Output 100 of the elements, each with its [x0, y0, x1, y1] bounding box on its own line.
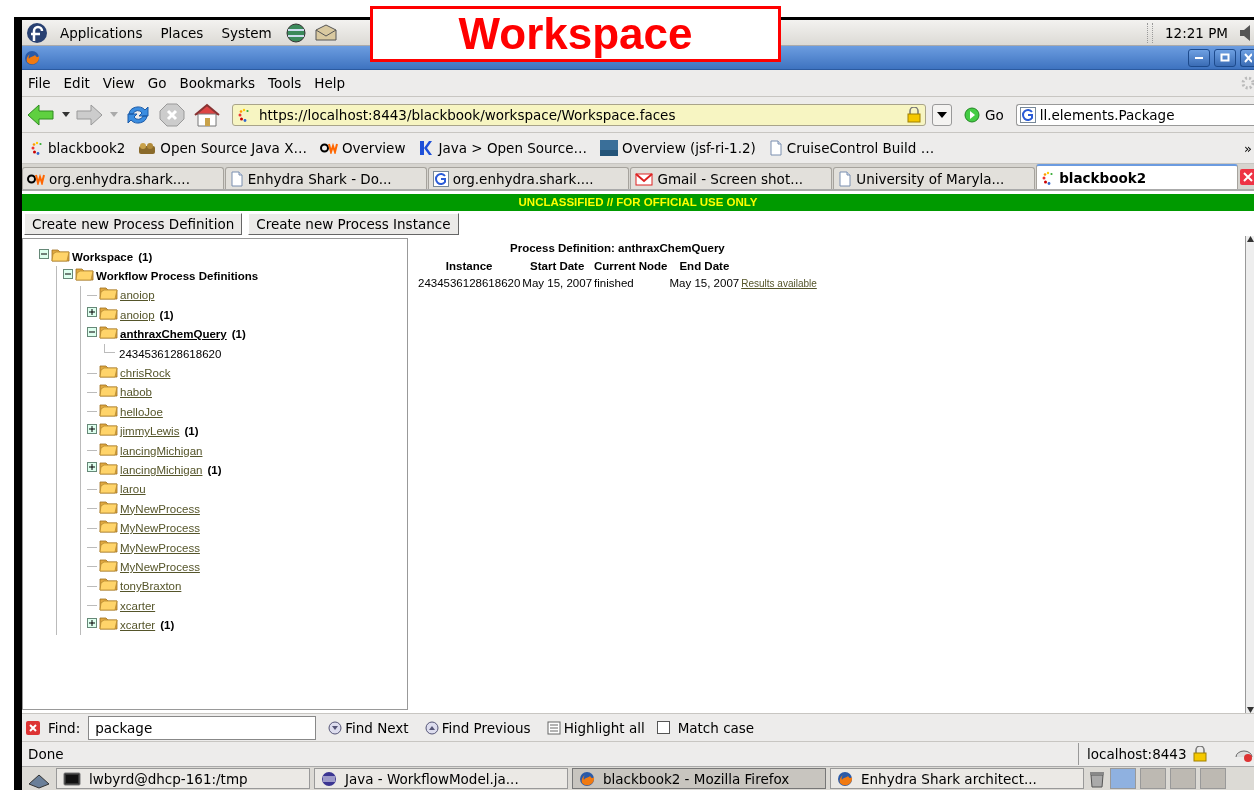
menu-item[interactable]: File	[24, 75, 57, 91]
minimize-button[interactable]	[1188, 48, 1210, 67]
back-arrow-icon[interactable]	[26, 102, 56, 127]
tree-link[interactable]: MyNewProcess	[120, 522, 200, 535]
history-dropdown-button[interactable]	[932, 103, 952, 126]
collapse-toggle-icon[interactable]	[39, 249, 49, 260]
tree-link[interactable]: xcarter	[120, 619, 156, 632]
go-button[interactable]: Go	[958, 106, 1010, 123]
panel-menu[interactable]: Applications	[54, 24, 149, 41]
home-icon[interactable]	[192, 101, 222, 128]
table-cell: May 15, 2007	[669, 277, 740, 289]
match-case-label[interactable]: Match case	[677, 719, 755, 736]
create-button[interactable]: Create new Process Instance	[248, 213, 459, 235]
taskbar-button[interactable]: blackbook2 - Mozilla Firefox	[572, 768, 826, 789]
tree-link[interactable]: larou	[120, 483, 146, 496]
close-icon[interactable]	[26, 720, 40, 735]
menu-item[interactable]: Edit	[59, 75, 96, 91]
collapse-toggle-icon[interactable]	[87, 326, 97, 337]
taskbar-button[interactable]: Java - WorkflowModel.ja...	[314, 768, 568, 789]
folder-icon	[99, 460, 118, 475]
match-case-checkbox[interactable]	[656, 721, 670, 734]
url-field[interactable]: https://localhost:8443/blackbook/workspace/Workspace.faces	[232, 103, 926, 126]
caret-icon	[937, 111, 947, 118]
tree-link[interactable]: anoiop	[120, 308, 155, 321]
bookmark-item[interactable]: CruiseControl Build …	[768, 140, 935, 156]
close-button[interactable]	[1240, 48, 1254, 67]
bookmark-item[interactable]: Overview (jsf-ri-1.2)	[600, 140, 756, 156]
bookmark-item[interactable]: Open Source Java X…	[138, 140, 307, 156]
browser-tab[interactable]: blackbook2	[1036, 164, 1238, 189]
tree-link[interactable]: lancingMichigan	[120, 444, 203, 457]
folder-icon	[99, 576, 118, 592]
tree-link[interactable]: anoiop	[120, 289, 155, 302]
expand-toggle-icon[interactable]	[87, 423, 97, 434]
menu-item[interactable]: Go	[143, 75, 173, 91]
tree-link[interactable]: habob	[120, 386, 152, 399]
find-field[interactable]: package	[88, 715, 317, 740]
maximize-button[interactable]	[1214, 48, 1236, 67]
highlight-all-button[interactable]: Highlight all	[542, 719, 649, 736]
tree-link[interactable]: jimmyLewis	[120, 425, 180, 438]
trash-icon[interactable]	[1088, 769, 1106, 788]
expand-toggle-icon[interactable]	[87, 307, 97, 318]
browser-tab[interactable]: Gmail - Screen shot...	[630, 167, 833, 189]
menu-item[interactable]: Help	[310, 75, 351, 91]
page-icon	[229, 170, 244, 187]
fedora-logo-icon[interactable]	[26, 21, 48, 44]
scroll-up-icon	[1246, 236, 1254, 242]
tree-link[interactable]: MyNewProcess	[120, 502, 200, 515]
taskbar-button[interactable]: lwbyrd@dhcp-161:/tmp	[56, 768, 310, 789]
workspace-switcher[interactable]	[1200, 768, 1226, 789]
browser-tab[interactable]: org.enhydra.shark....	[22, 167, 224, 189]
column-header: Start Date	[529, 259, 586, 274]
table-cell-text: finished	[594, 277, 635, 289]
kj-logo-icon	[418, 140, 435, 156]
expand-toggle-icon[interactable]	[87, 617, 97, 628]
folder-icon	[99, 304, 118, 320]
collapse-toggle-icon[interactable]	[63, 268, 73, 279]
table-cell: May 15, 2007	[522, 277, 593, 289]
browser-tab[interactable]: University of Maryla...	[833, 167, 1036, 189]
workspace-switcher[interactable]	[1110, 768, 1136, 789]
taskbar-button[interactable]: Enhydra Shark architect...	[830, 768, 1084, 789]
menu-item[interactable]: Tools	[263, 75, 308, 91]
panel-menu[interactable]: System	[215, 24, 278, 41]
find-label: Find:	[48, 719, 81, 736]
tree-link[interactable]: MyNewProcess	[120, 560, 200, 573]
clock[interactable]: 12:21 PM	[1159, 24, 1234, 41]
tree-link[interactable]: lancingMichigan	[120, 464, 203, 476]
find-previous-button[interactable]: Find Previous	[420, 719, 535, 736]
tab-close-icon[interactable]	[1239, 169, 1254, 185]
search-field[interactable]: ll.elements.Package	[1015, 103, 1254, 126]
folder-icon	[99, 615, 118, 631]
tree-item: 2434536128618620	[119, 347, 222, 360]
stop-icon[interactable]	[158, 101, 186, 128]
tree-link[interactable]: tonyBraxton	[120, 580, 182, 593]
bookmarks-overflow[interactable]: »	[1244, 140, 1254, 156]
globe-icon[interactable]	[283, 21, 308, 44]
menu-item[interactable]: View	[98, 75, 141, 91]
tree-link[interactable]: anthraxChemQuery	[120, 328, 227, 341]
ow-logo-icon	[27, 172, 45, 185]
find-next-button[interactable]: Find Next	[324, 719, 413, 736]
tree-link[interactable]: MyNewProcess	[120, 541, 200, 554]
browser-tab[interactable]: Enhydra Shark - Do...	[224, 167, 427, 189]
tree-link[interactable]: chrisRock	[120, 367, 171, 380]
tree-link[interactable]: helloJoe	[120, 405, 163, 418]
tree-link[interactable]: xcarter	[120, 599, 156, 612]
workspace-switcher[interactable]	[1140, 768, 1166, 789]
bookmark-item[interactable]: blackbook2	[30, 140, 126, 156]
workspace-switcher[interactable]	[1170, 768, 1196, 789]
folder-icon	[99, 556, 118, 572]
create-button[interactable]: Create new Process Definition	[24, 213, 243, 235]
eclipse-icon	[321, 770, 337, 787]
expand-toggle-icon[interactable]	[87, 462, 97, 473]
item-count: (1)	[138, 250, 153, 263]
menu-item[interactable]: Bookmarks	[175, 75, 261, 91]
bookmark-item[interactable]: Java > Open Source…	[418, 140, 588, 156]
browser-tab[interactable]: org.enhydra.shark....	[427, 167, 630, 189]
results-link[interactable]: Results available	[741, 278, 817, 289]
folder-icon	[99, 518, 118, 534]
caret-icon[interactable]	[62, 111, 70, 118]
panel-menu[interactable]: Places	[154, 24, 210, 41]
bookmark-item[interactable]: Overview	[319, 140, 406, 156]
